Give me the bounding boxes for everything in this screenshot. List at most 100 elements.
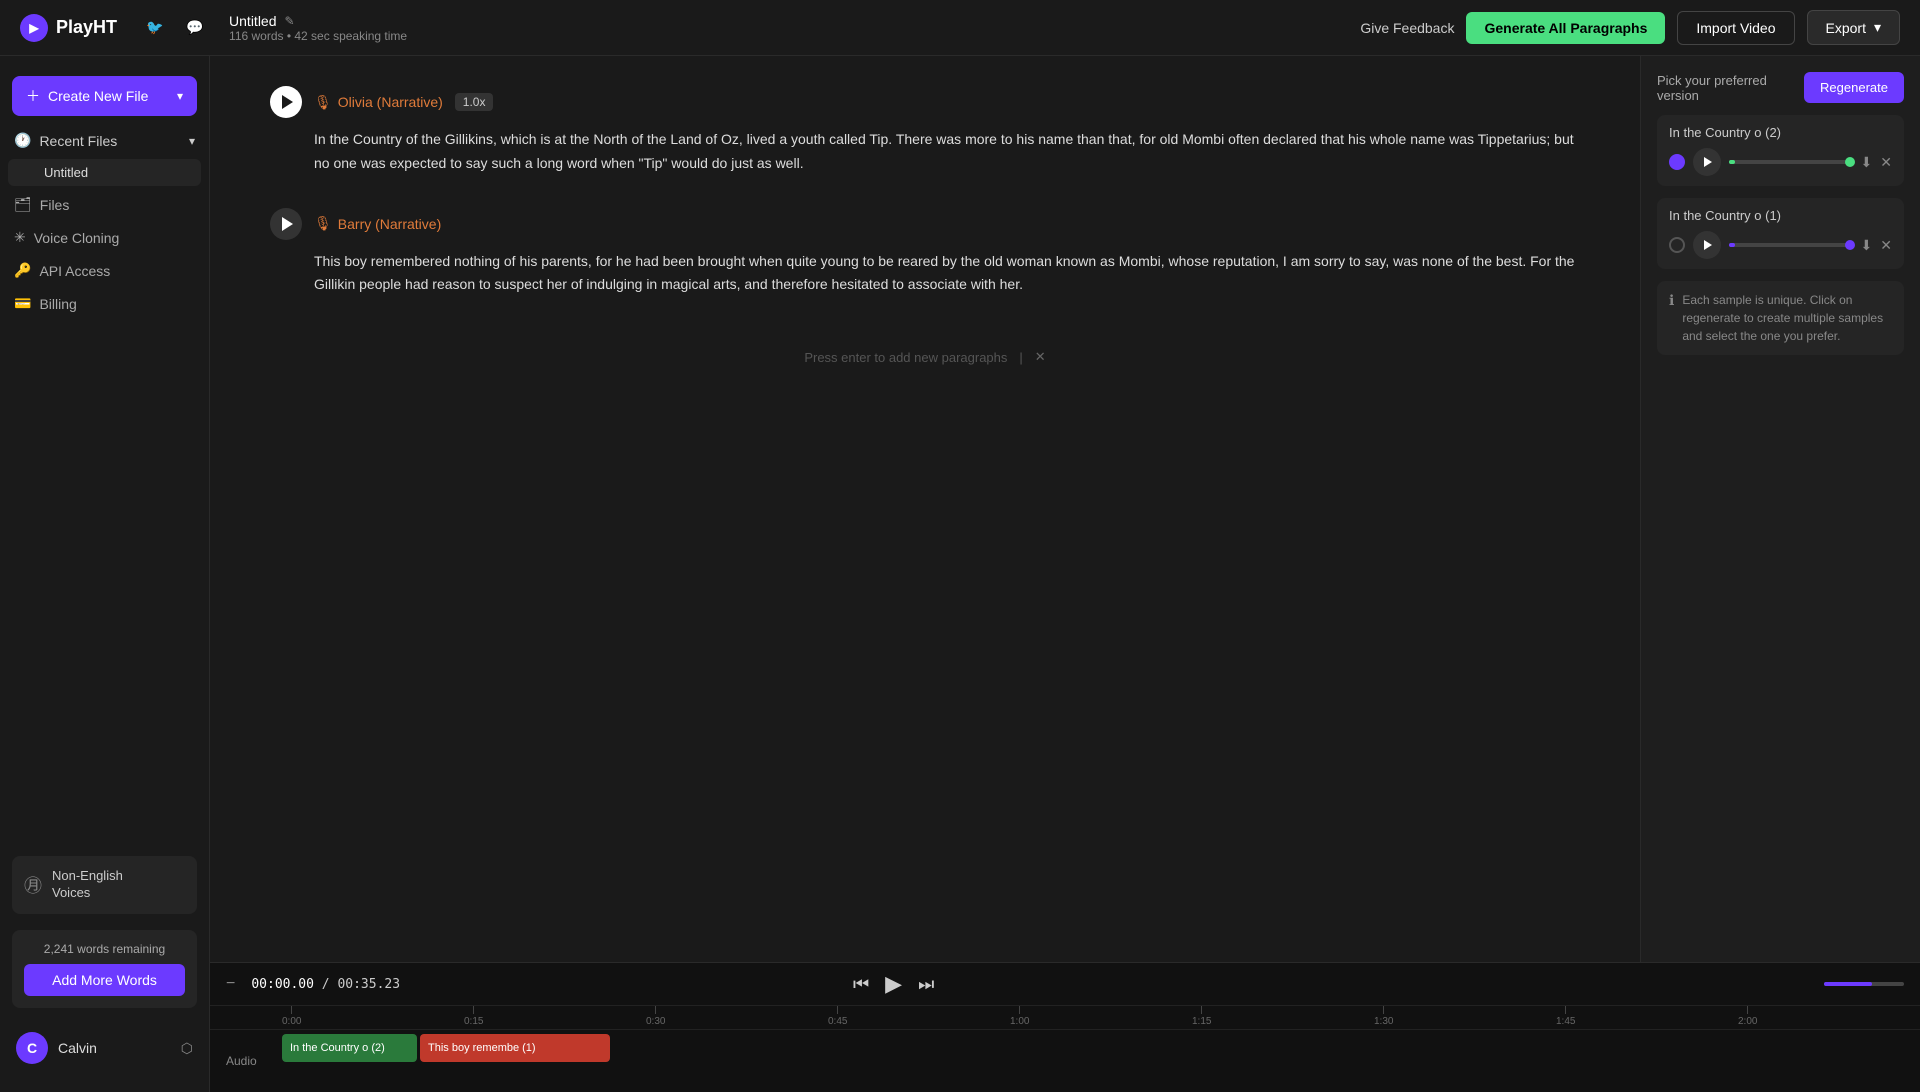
volume-control: [1824, 982, 1904, 986]
timeline-tick: 2:00: [1738, 1006, 1757, 1027]
content-area: 🎙 Olivia (Narrative) 1.0x In the Country…: [210, 56, 1920, 1092]
timeline-center-controls: ⏮ ▶ ⏭: [853, 971, 934, 997]
chevron-down-icon: ▾: [1874, 19, 1881, 36]
version-1-radio[interactable]: [1669, 237, 1685, 253]
timeline-tick: 0:30: [646, 1006, 665, 1027]
generate-all-button[interactable]: Generate All Paragraphs: [1466, 12, 1665, 44]
clip-2[interactable]: This boy remembe (1): [420, 1034, 610, 1062]
version-1-progress[interactable]: [1729, 243, 1853, 247]
version-1-title: In the Country o (1): [1669, 208, 1892, 223]
sidebar-item-files[interactable]: 🗂 Files: [0, 188, 209, 221]
audio-track-label: Audio: [210, 1030, 282, 1092]
timeline-tick: 1:15: [1192, 1006, 1211, 1027]
timeline-tick: 1:30: [1374, 1006, 1393, 1027]
paragraph-2-text[interactable]: This boy remembered nothing of his paren…: [270, 250, 1580, 298]
paragraph-1-play-button[interactable]: [270, 86, 302, 118]
version-2-play-button[interactable]: [1693, 148, 1721, 176]
editor-area: 🎙 Olivia (Narrative) 1.0x In the Country…: [210, 56, 1640, 962]
main-layout: ＋ Create New File ▾ 🕐 Recent Files ▾ Unt…: [0, 56, 1920, 1092]
paragraph-2-play-button[interactable]: [270, 208, 302, 240]
plus-icon: ＋: [26, 86, 40, 106]
give-feedback-button[interactable]: Give Feedback: [1360, 20, 1454, 36]
sidebar: ＋ Create New File ▾ 🕐 Recent Files ▾ Unt…: [0, 56, 210, 1092]
words-count: 2,241 words remaining: [24, 942, 185, 956]
sidebar-item-api-access[interactable]: 🔑 API Access: [0, 254, 209, 287]
paragraph-1-voice-label[interactable]: 🎙 Olivia (Narrative): [314, 94, 443, 111]
user-name: Calvin: [58, 1040, 171, 1056]
timeline-tick: 0:45: [828, 1006, 847, 1027]
version-1-close-button[interactable]: ✕: [1880, 237, 1892, 254]
edit-icon[interactable]: ✎: [285, 14, 295, 28]
topbar: ▶ PlayHT 🐦 💬 Untitled ✎ 116 words • 42 s…: [0, 0, 1920, 56]
recent-files-header[interactable]: 🕐 Recent Files ▾: [0, 124, 209, 157]
close-press-enter-button[interactable]: ✕: [1035, 349, 1046, 365]
version-2-radio[interactable]: [1669, 154, 1685, 170]
speed-badge[interactable]: 1.0x: [455, 93, 494, 111]
version-2-close-button[interactable]: ✕: [1880, 154, 1892, 171]
paragraph-1-text[interactable]: In the Country of the Gillikins, which i…: [270, 128, 1580, 176]
version-1-item: In the Country o (1) ⬇ ✕: [1657, 198, 1904, 269]
timeline-tick: 1:45: [1556, 1006, 1575, 1027]
sidebar-item-voice-cloning[interactable]: ✳ Voice Cloning: [0, 221, 209, 254]
chevron-icon: ▾: [189, 134, 195, 148]
version-2-title: In the Country o (2): [1669, 125, 1892, 140]
export-button[interactable]: Export ▾: [1807, 10, 1901, 45]
clip-1[interactable]: In the Country o (2): [282, 1034, 417, 1062]
logo-icon: ▶: [20, 14, 48, 42]
import-video-button[interactable]: Import Video: [1677, 11, 1794, 45]
logo: ▶ PlayHT: [20, 14, 117, 42]
regen-info: ℹ Each sample is unique. Click on regene…: [1657, 281, 1904, 355]
file-title-row: Untitled ✎: [229, 13, 295, 29]
download-icon[interactable]: ⬇: [1861, 237, 1873, 254]
translate-icon: ㊊: [24, 872, 42, 898]
volume-slider[interactable]: [1824, 982, 1904, 986]
press-enter-bar: Press enter to add new paragraphs | ✕: [270, 329, 1580, 385]
play-icon: [282, 95, 293, 109]
timeline-tick: 1:00: [1010, 1006, 1029, 1027]
paragraph-1-header: 🎙 Olivia (Narrative) 1.0x: [270, 86, 1580, 118]
version-2-progress[interactable]: [1729, 160, 1853, 164]
add-more-words-button[interactable]: Add More Words: [24, 964, 185, 996]
paragraph-2-header: 🎙 Barry (Narrative): [270, 208, 1580, 240]
user-profile: C Calvin ⬡: [12, 1024, 197, 1072]
info-icon: ℹ: [1669, 292, 1674, 309]
skip-back-button[interactable]: ⏮: [853, 974, 869, 995]
social-icons: 🐦 💬: [141, 14, 209, 42]
key-icon: 🔑: [14, 262, 31, 279]
audio-track-area: In the Country o (2) This boy remembe (1…: [282, 1030, 1920, 1092]
chevron-down-icon: ▾: [177, 89, 183, 103]
regen-title: Pick your preferred version: [1657, 73, 1804, 103]
create-new-file-button[interactable]: ＋ Create New File ▾: [12, 76, 197, 116]
timeline-tick: 0:15: [464, 1006, 483, 1027]
paragraph-2: 🎙 Barry (Narrative) This boy remembered …: [270, 208, 1580, 298]
play-icon: [282, 217, 293, 231]
play-pause-button[interactable]: ▶: [885, 971, 902, 997]
regen-info-text: Each sample is unique. Click on regenera…: [1682, 291, 1892, 345]
zoom-out-button[interactable]: −: [226, 975, 235, 993]
sidebar-item-billing[interactable]: 💳 Billing: [0, 287, 209, 320]
file-title: Untitled: [229, 13, 276, 29]
play-icon: [1704, 240, 1712, 250]
version-1-play-button[interactable]: [1693, 231, 1721, 259]
non-english-voices[interactable]: ㊊ Non-English Voices: [12, 856, 197, 914]
user-export-icon[interactable]: ⬡: [181, 1040, 193, 1057]
folder-icon: 🗂: [14, 196, 32, 213]
timeline-controls: − 00:00.00 / 00:35.23 ⏮ ▶ ⏭: [210, 963, 1920, 1006]
discord-icon[interactable]: 💬: [181, 14, 209, 42]
regenerate-button[interactable]: Regenerate: [1804, 72, 1904, 103]
timeline-ticks: 0:000:150:300:451:001:151:301:452:002:15: [282, 1006, 1920, 1030]
version-2-item: In the Country o (2) ⬇ ✕: [1657, 115, 1904, 186]
recent-file-untitled[interactable]: Untitled: [8, 159, 201, 186]
download-icon[interactable]: ⬇: [1861, 154, 1873, 171]
skip-forward-button[interactable]: ⏭: [918, 974, 934, 995]
regen-panel: Pick your preferred version Regenerate I…: [1640, 56, 1920, 962]
topbar-center: Untitled ✎ 116 words • 42 sec speaking t…: [229, 13, 1360, 43]
words-remaining-panel: 2,241 words remaining Add More Words: [12, 930, 197, 1008]
version-1-controls: ⬇ ✕: [1669, 231, 1892, 259]
logo-text: PlayHT: [56, 17, 117, 38]
paragraph-2-voice-label[interactable]: 🎙 Barry (Narrative): [314, 215, 441, 232]
voice-icon: 🎙: [314, 94, 332, 111]
timeline-time: 00:00.00 / 00:35.23: [251, 977, 400, 992]
user-avatar: C: [16, 1032, 48, 1064]
twitter-icon[interactable]: 🐦: [141, 14, 169, 42]
